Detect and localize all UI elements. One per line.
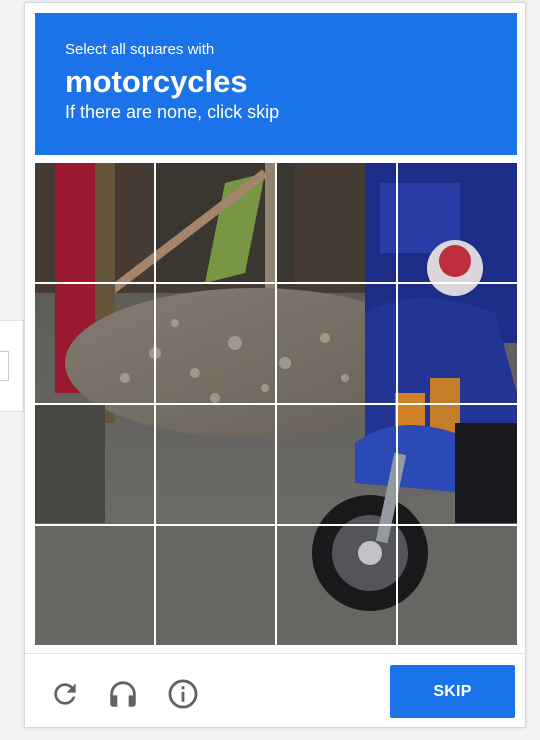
target-object-label: motorcycles (65, 64, 248, 99)
tile-image-fragment (398, 526, 517, 645)
challenge-footer: SKIP (25, 653, 525, 729)
audio-challenge-button[interactable] (103, 674, 143, 714)
image-tile[interactable] (277, 284, 396, 403)
image-tile[interactable] (35, 284, 154, 403)
tile-image-fragment (277, 163, 396, 282)
image-tile[interactable] (398, 405, 517, 524)
tile-image-fragment (277, 284, 396, 403)
image-tile[interactable] (35, 526, 154, 645)
image-tile[interactable] (398, 284, 517, 403)
tile-image-fragment (156, 284, 275, 403)
info-button[interactable] (163, 674, 203, 714)
tile-image-fragment (277, 405, 396, 524)
image-tile[interactable] (277, 163, 396, 282)
tile-image-fragment (398, 405, 517, 524)
side-checkbox-tab (0, 320, 24, 412)
captcha-challenge-dialog: Select all squares with motorcycles If t… (24, 2, 526, 728)
skip-hint-text: If there are none, click skip (65, 102, 280, 122)
challenge-header: Select all squares with motorcycles If t… (35, 13, 517, 155)
captcha-page: Select all squares with motorcycles If t… (0, 0, 540, 740)
skip-button[interactable]: SKIP (390, 665, 515, 718)
reload-icon (54, 683, 76, 705)
tile-image-fragment (156, 405, 275, 524)
image-tile[interactable] (398, 163, 517, 282)
image-tile[interactable] (156, 163, 275, 282)
info-icon (168, 679, 198, 709)
image-tile[interactable] (156, 526, 275, 645)
tile-image-fragment (35, 284, 154, 403)
tile-image-fragment (156, 163, 275, 282)
tile-image-fragment (398, 284, 517, 403)
reload-button[interactable] (45, 674, 85, 714)
image-tile[interactable] (398, 526, 517, 645)
tile-image-fragment (35, 526, 154, 645)
tile-image-fragment (398, 163, 517, 282)
side-tab-notch (0, 351, 9, 381)
tile-image-fragment (156, 526, 275, 645)
image-tile[interactable] (277, 526, 396, 645)
image-tile[interactable] (277, 405, 396, 524)
image-tile[interactable] (156, 405, 275, 524)
image-tile[interactable] (35, 405, 154, 524)
image-tile-grid (35, 163, 517, 645)
instruction-text: Select all squares with (65, 41, 215, 58)
tile-image-fragment (277, 526, 396, 645)
audio-headphones-icon (110, 681, 136, 707)
tile-image-fragment (35, 163, 154, 282)
image-tile[interactable] (35, 163, 154, 282)
tile-image-fragment (35, 405, 154, 524)
image-tile[interactable] (156, 284, 275, 403)
